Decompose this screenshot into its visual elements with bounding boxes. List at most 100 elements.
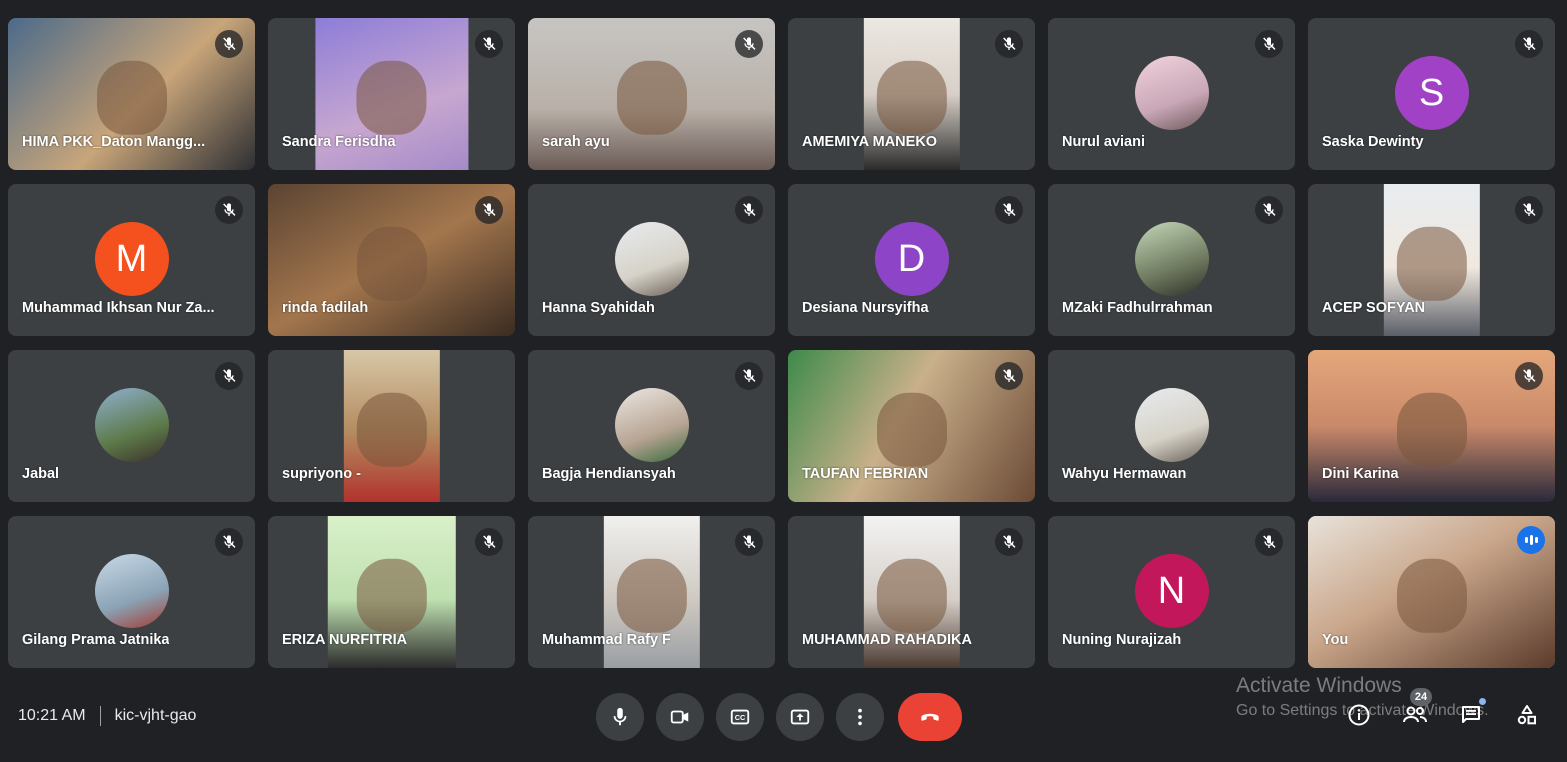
- mic-off-icon: [995, 196, 1023, 224]
- mic-off-icon: [475, 196, 503, 224]
- participant-tile[interactable]: MZaki Fadhulrrahman: [1048, 184, 1295, 336]
- participant-tile[interactable]: M Muhammad Ikhsan Nur Za...: [8, 184, 255, 336]
- participant-name: Sandra Ferisdha: [282, 134, 396, 150]
- participant-name: MZaki Fadhulrrahman: [1062, 300, 1213, 316]
- call-controls: CC: [596, 693, 962, 741]
- participant-name: TAUFAN FEBRIAN: [802, 466, 929, 482]
- mic-off-icon: [1255, 196, 1283, 224]
- avatar: S: [1394, 56, 1469, 130]
- participant-tile[interactable]: Sandra Ferisdha: [268, 18, 515, 170]
- avatar: [614, 388, 689, 462]
- mic-off-icon: [735, 362, 763, 390]
- participant-name: Dini Karina: [1322, 466, 1399, 482]
- divider: [99, 706, 101, 726]
- avatar: [614, 222, 689, 296]
- side-panel-buttons: 24: [1346, 688, 1540, 728]
- participant-name: MUHAMMAD RAHADIKA: [802, 632, 972, 648]
- mic-icon: [613, 707, 627, 726]
- participant-tile[interactable]: S Saska Dewinty: [1308, 18, 1555, 170]
- mic-off-icon: [995, 30, 1023, 58]
- participant-tile[interactable]: N Nuning Nurajizah: [1048, 516, 1295, 668]
- present-icon: [790, 709, 810, 725]
- avatar: [1134, 388, 1209, 462]
- avatar: N: [1134, 554, 1209, 628]
- participant-tile[interactable]: AMEMIYA MANEKO: [788, 18, 1035, 170]
- participant-tile[interactable]: TAUFAN FEBRIAN: [788, 350, 1035, 502]
- participant-tile[interactable]: Hanna Syahidah: [528, 184, 775, 336]
- participant-tile[interactable]: supriyono -: [268, 350, 515, 502]
- mic-off-icon: [475, 528, 503, 556]
- activities-button[interactable]: [1514, 702, 1540, 728]
- mic-off-icon: [735, 196, 763, 224]
- participant-name: Nurul aviani: [1062, 134, 1145, 150]
- call-end-icon: [921, 713, 939, 721]
- avatar: [94, 554, 169, 628]
- mic-off-icon: [215, 362, 243, 390]
- captions-icon: CC: [730, 709, 750, 725]
- participant-grid: HIMA PKK_Daton Mangg... Sandra Ferisdha …: [8, 18, 1558, 672]
- camera-button[interactable]: [656, 693, 704, 741]
- more-options-button[interactable]: [836, 693, 884, 741]
- participant-tile[interactable]: Jabal: [8, 350, 255, 502]
- avatar: D: [874, 222, 949, 296]
- participant-tile[interactable]: Muhammad Rafy F: [528, 516, 775, 668]
- participant-tile[interactable]: rinda fadilah: [268, 184, 515, 336]
- mic-off-icon: [1515, 30, 1543, 58]
- more-vert-icon: [858, 708, 862, 726]
- participant-name: AMEMIYA MANEKO: [802, 134, 938, 150]
- participant-name: HIMA PKK_Daton Mangg...: [22, 134, 206, 150]
- participant-name: ACEP SOFYAN: [1322, 300, 1426, 316]
- leave-call-button[interactable]: [898, 693, 962, 741]
- participant-name: Muhammad Rafy F: [542, 632, 671, 648]
- participant-tile[interactable]: sarah ayu: [528, 18, 775, 170]
- mic-off-icon: [995, 528, 1023, 556]
- mic-off-icon: [215, 528, 243, 556]
- avatar: [94, 388, 169, 462]
- meeting-code[interactable]: kic-vjht-gao: [115, 707, 197, 725]
- participant-tile[interactable]: ACEP SOFYAN: [1308, 184, 1555, 336]
- participant-name: ERIZA NURFITRIA: [282, 632, 408, 648]
- participant-tile[interactable]: Nurul aviani: [1048, 18, 1295, 170]
- participant-tile[interactable]: Gilang Prama Jatnika: [8, 516, 255, 668]
- avatar: M: [94, 222, 169, 296]
- present-button[interactable]: [776, 693, 824, 741]
- participant-name: sarah ayu: [542, 134, 610, 150]
- camera-icon: [670, 710, 689, 724]
- chat-icon: [1462, 706, 1480, 723]
- participant-tile[interactable]: D Desiana Nursyifha: [788, 184, 1035, 336]
- captions-button[interactable]: CC: [716, 693, 764, 741]
- mic-off-icon: [215, 196, 243, 224]
- mic-button[interactable]: [596, 693, 644, 741]
- people-button[interactable]: 24: [1402, 688, 1432, 728]
- participant-name: Muhammad Ikhsan Nur Za...: [22, 300, 215, 316]
- participant-name: Nuning Nurajizah: [1062, 632, 1182, 648]
- participant-tile[interactable]: Wahyu Hermawan: [1048, 350, 1295, 502]
- unread-dot: [1479, 698, 1486, 705]
- info-icon: [1348, 704, 1370, 726]
- participant-name: supriyono -: [282, 466, 361, 482]
- participant-count-badge: 24: [1410, 688, 1432, 706]
- participant-tile[interactable]: MUHAMMAD RAHADIKA: [788, 516, 1035, 668]
- activities-icon: [1517, 705, 1536, 725]
- participant-tile[interactable]: HIMA PKK_Daton Mangg...: [8, 18, 255, 170]
- participant-name: Wahyu Hermawan: [1062, 466, 1187, 482]
- participant-name: Saska Dewinty: [1322, 134, 1424, 150]
- participant-tile[interactable]: Dini Karina: [1308, 350, 1555, 502]
- chat-button[interactable]: [1458, 698, 1486, 728]
- meeting-details-button[interactable]: [1346, 702, 1372, 728]
- self-tile[interactable]: You: [1308, 516, 1555, 668]
- mic-off-icon: [735, 30, 763, 58]
- people-icon: [1403, 706, 1427, 723]
- participant-name: Desiana Nursyifha: [802, 300, 929, 316]
- participant-name: Hanna Syahidah: [542, 300, 655, 316]
- meeting-info: 10:21 AM kic-vjht-gao: [18, 706, 196, 726]
- mic-off-icon: [1515, 362, 1543, 390]
- mic-off-icon: [995, 362, 1023, 390]
- participant-name: You: [1322, 632, 1349, 648]
- participant-name: Jabal: [22, 466, 60, 482]
- participant-tile[interactable]: Bagja Hendiansyah: [528, 350, 775, 502]
- participant-name: rinda fadilah: [282, 300, 369, 316]
- mic-off-icon: [1255, 30, 1283, 58]
- participant-tile[interactable]: ERIZA NURFITRIA: [268, 516, 515, 668]
- participant-name: Gilang Prama Jatnika: [22, 632, 170, 648]
